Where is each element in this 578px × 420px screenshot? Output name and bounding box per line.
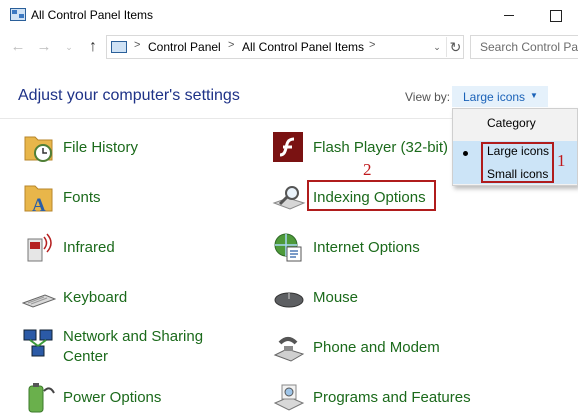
back-arrow-icon[interactable]: ←	[9, 37, 27, 57]
forward-arrow-icon[interactable]: →	[35, 37, 53, 57]
item-label[interactable]: Keyboard	[63, 288, 127, 308]
selected-bullet-icon	[463, 151, 468, 156]
navigation-bar: ← → ⌄ ↑ > Control Panel > All Control Pa…	[0, 30, 578, 64]
item-label[interactable]: File History	[63, 138, 138, 158]
up-arrow-icon[interactable]: ↑	[84, 37, 102, 57]
breadcrumb-separator[interactable]: >	[369, 39, 375, 51]
annotation-box-step-2	[307, 180, 436, 211]
flash-player-icon[interactable]	[272, 131, 306, 165]
infrared-icon[interactable]	[22, 231, 56, 265]
item-label[interactable]: Internet Options	[313, 238, 420, 258]
item-label[interactable]: Network and Sharing Center	[63, 327, 223, 367]
item-label[interactable]: Phone and Modem	[313, 338, 440, 358]
recent-locations-icon[interactable]: ⌄	[60, 37, 78, 57]
view-by-dropdown[interactable]: Large icons ▼	[452, 86, 548, 107]
network-sharing-icon[interactable]	[22, 326, 56, 360]
programs-features-icon[interactable]	[272, 381, 306, 415]
address-bar[interactable]: > Control Panel > All Control Panel Item…	[106, 35, 464, 59]
file-history-icon[interactable]	[22, 131, 56, 165]
control-panel-icon	[10, 8, 26, 21]
refresh-icon[interactable]: ↻	[446, 37, 464, 57]
chevron-down-icon[interactable]: ⌄	[430, 39, 444, 55]
keyboard-icon[interactable]	[21, 281, 57, 315]
breadcrumb-separator[interactable]: >	[228, 39, 234, 51]
item-label[interactable]: Mouse	[313, 288, 358, 308]
svg-text:A: A	[32, 195, 46, 215]
internet-options-icon[interactable]	[272, 231, 306, 265]
item-label[interactable]: Infrared	[63, 238, 115, 258]
breadcrumb-control-panel[interactable]: Control Panel	[148, 40, 221, 54]
breadcrumb-all-items[interactable]: All Control Panel Items	[242, 40, 364, 54]
view-by-value[interactable]: Large icons	[463, 90, 525, 104]
annotation-box-step-1	[481, 142, 554, 183]
title-bar: All Control Panel Items	[0, 0, 578, 30]
phone-modem-icon[interactable]	[272, 331, 306, 365]
menu-item-category[interactable]: Category	[453, 113, 577, 135]
indexing-options-icon[interactable]	[272, 181, 306, 215]
annotation-step-1: 1	[557, 151, 566, 170]
maximize-button[interactable]	[532, 0, 578, 30]
caret-down-icon[interactable]: ▼	[530, 91, 538, 100]
view-by-label: View by:	[405, 90, 451, 104]
power-options-icon[interactable]	[22, 381, 56, 415]
item-label[interactable]: Power Options	[63, 388, 161, 408]
search-input[interactable]: Search Control Pa	[470, 35, 578, 59]
mouse-icon[interactable]	[272, 281, 306, 315]
page-title: Adjust your computer's settings	[18, 87, 240, 104]
fonts-icon[interactable]: A	[22, 181, 56, 216]
breadcrumb-separator[interactable]: >	[134, 39, 140, 51]
annotation-step-2: 2	[363, 160, 372, 179]
window-title: All Control Panel Items	[31, 8, 154, 22]
item-label[interactable]: Flash Player (32-bit)	[313, 138, 448, 158]
control-panel-icon	[111, 41, 127, 53]
item-label[interactable]: Fonts	[63, 188, 101, 208]
item-label[interactable]: Programs and Features	[313, 388, 471, 408]
minimize-button[interactable]	[486, 0, 532, 30]
